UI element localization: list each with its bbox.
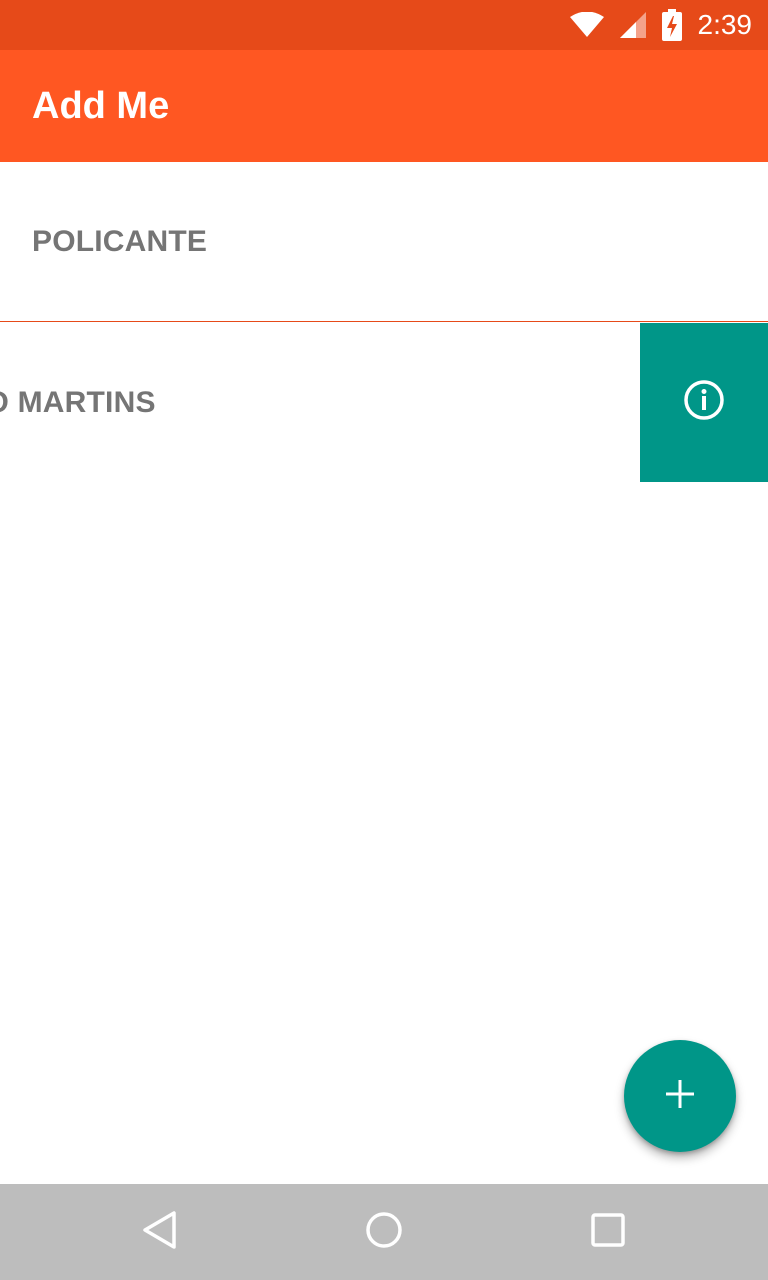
wifi-icon: [569, 12, 604, 38]
list-item[interactable]: POLICANTE: [0, 162, 768, 322]
recents-icon: [590, 1212, 626, 1253]
navigation-bar: [0, 1184, 768, 1280]
app-title: Add Me: [32, 85, 170, 127]
back-icon: [140, 1210, 180, 1255]
info-action-button[interactable]: [640, 323, 768, 482]
status-clock: 2:39: [697, 9, 753, 40]
cell-signal-icon: [618, 10, 648, 40]
recents-button[interactable]: [560, 1184, 656, 1280]
list-item-swiped[interactable]: GO MARTINS: [0, 323, 768, 482]
list-item-label: GO MARTINS: [0, 386, 156, 419]
status-icons: 2:39: [569, 0, 753, 50]
status-bar: 2:39: [0, 0, 768, 50]
add-contact-fab[interactable]: [624, 1040, 736, 1152]
add-icon: [664, 1078, 696, 1115]
home-icon: [364, 1210, 404, 1255]
battery-charging-icon: [661, 9, 682, 41]
back-button[interactable]: [112, 1184, 208, 1280]
app-bar: Add Me: [0, 50, 768, 162]
list-item-label: POLICANTE: [32, 225, 208, 258]
home-button[interactable]: [336, 1184, 432, 1280]
info-icon: [682, 378, 726, 427]
